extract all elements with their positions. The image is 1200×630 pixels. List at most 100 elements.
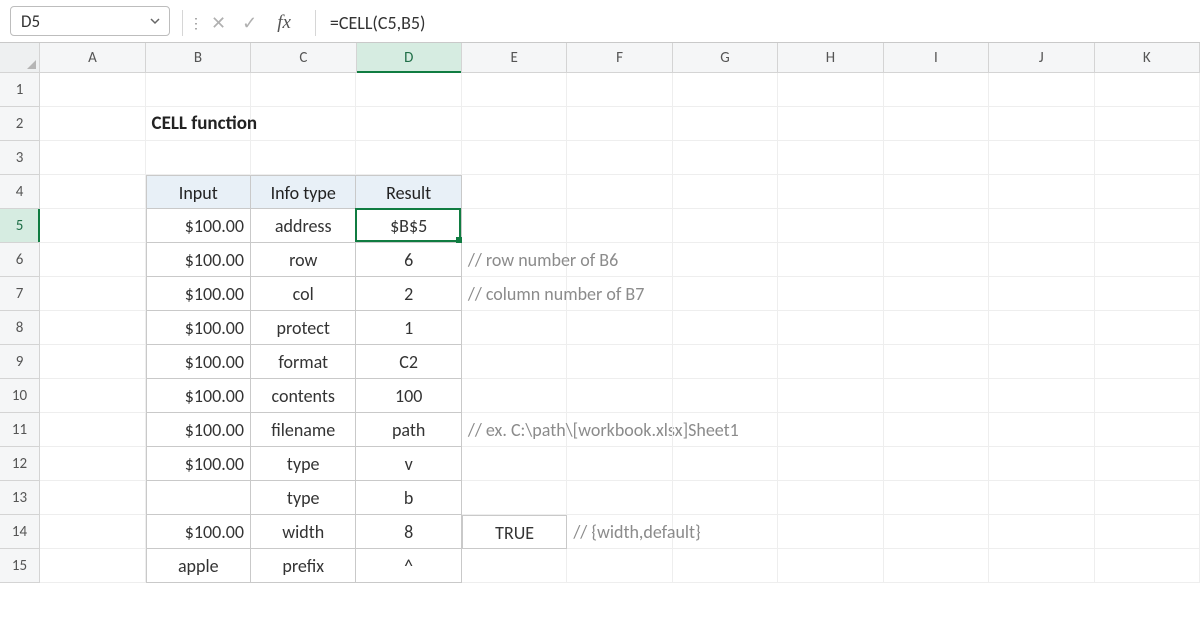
cell[interactable] [40, 447, 145, 481]
row-header[interactable]: 9 [0, 345, 40, 379]
cell[interactable] [778, 481, 883, 515]
cell[interactable] [567, 447, 672, 481]
cell[interactable] [989, 379, 1094, 413]
table-cell[interactable]: row [251, 243, 356, 277]
table-cell[interactable]: $100.00 [146, 447, 251, 481]
cell[interactable] [1095, 311, 1200, 345]
cell[interactable] [1095, 277, 1200, 311]
table-cell[interactable]: prefix [251, 549, 356, 583]
cell[interactable] [884, 243, 989, 277]
cell[interactable] [1095, 345, 1200, 379]
table-cell[interactable]: 100 [356, 379, 461, 413]
cell[interactable] [989, 311, 1094, 345]
table-cell[interactable]: $100.00 [146, 413, 251, 447]
table-cell[interactable]: 1 [356, 311, 461, 345]
col-header[interactable]: H [778, 43, 883, 72]
cell[interactable] [567, 107, 672, 141]
cell[interactable] [884, 379, 989, 413]
cell[interactable] [989, 277, 1094, 311]
cell[interactable] [40, 73, 145, 107]
cell[interactable] [567, 413, 672, 447]
cell-comment[interactable]: // row number of B6 [462, 243, 567, 277]
cell[interactable] [40, 243, 145, 277]
cell[interactable] [146, 141, 251, 175]
row-header[interactable]: 7 [0, 277, 40, 311]
cell[interactable] [40, 515, 145, 549]
cell[interactable] [778, 345, 883, 379]
cell[interactable] [989, 243, 1094, 277]
cell[interactable] [673, 141, 778, 175]
cell[interactable] [567, 379, 672, 413]
table-header-info[interactable]: Info type [251, 175, 356, 209]
cell[interactable] [40, 481, 145, 515]
cell[interactable] [567, 345, 672, 379]
cell[interactable] [1095, 107, 1200, 141]
cell[interactable] [884, 209, 989, 243]
formula-input[interactable]: =CELL(C5,B5) [320, 4, 1200, 42]
col-header[interactable]: J [989, 43, 1094, 72]
cell[interactable] [673, 107, 778, 141]
cell[interactable] [673, 447, 778, 481]
cell[interactable] [884, 345, 989, 379]
cell[interactable] [989, 413, 1094, 447]
col-header[interactable]: E [462, 43, 567, 72]
cell[interactable] [884, 141, 989, 175]
cell[interactable] [673, 311, 778, 345]
cell[interactable] [462, 209, 567, 243]
cell[interactable] [884, 311, 989, 345]
cell[interactable] [989, 481, 1094, 515]
table-cell[interactable]: type [251, 447, 356, 481]
row-header[interactable]: 4 [0, 175, 40, 209]
cell[interactable] [989, 175, 1094, 209]
table-cell[interactable]: $100.00 [146, 209, 251, 243]
table-cell[interactable]: v [356, 447, 461, 481]
table-cell[interactable]: col [251, 277, 356, 311]
cell[interactable] [673, 277, 778, 311]
table-cell[interactable]: apple [146, 549, 251, 583]
table-cell[interactable]: $100.00 [146, 243, 251, 277]
cell[interactable] [884, 515, 989, 549]
cell[interactable] [989, 345, 1094, 379]
cell[interactable] [673, 73, 778, 107]
row-header[interactable]: 15 [0, 549, 40, 583]
cell[interactable] [462, 379, 567, 413]
cell[interactable] [567, 141, 672, 175]
table-cell[interactable]: type [251, 481, 356, 515]
table-cell[interactable]: C2 [356, 345, 461, 379]
table-cell[interactable]: $100.00 [146, 515, 251, 549]
spreadsheet-grid[interactable]: A B C D E F G H I J K 1 2 [0, 43, 1200, 583]
cell[interactable] [778, 515, 883, 549]
cell[interactable] [1095, 243, 1200, 277]
cell[interactable] [884, 175, 989, 209]
row-header[interactable]: 14 [0, 515, 40, 549]
cell[interactable] [884, 413, 989, 447]
cell[interactable] [673, 379, 778, 413]
cell[interactable] [251, 141, 356, 175]
cell[interactable] [1095, 481, 1200, 515]
cell[interactable] [567, 209, 672, 243]
cell[interactable] [462, 549, 567, 583]
table-cell-extra[interactable]: TRUE [462, 515, 567, 549]
cell[interactable] [40, 345, 145, 379]
cell[interactable] [989, 209, 1094, 243]
cell[interactable] [567, 481, 672, 515]
cell[interactable] [778, 73, 883, 107]
cell[interactable] [884, 73, 989, 107]
cell[interactable] [673, 549, 778, 583]
row-header[interactable]: 12 [0, 447, 40, 481]
cell[interactable] [567, 73, 672, 107]
cell[interactable] [778, 107, 883, 141]
table-header-result[interactable]: Result [356, 175, 461, 209]
row-header[interactable]: 1 [0, 73, 40, 107]
table-cell[interactable]: 8 [356, 515, 461, 549]
row-header[interactable]: 11 [0, 413, 40, 447]
col-header[interactable]: D [357, 43, 462, 72]
cell[interactable] [778, 447, 883, 481]
cell[interactable] [673, 209, 778, 243]
cell[interactable] [778, 277, 883, 311]
table-cell[interactable]: format [251, 345, 356, 379]
cell[interactable] [1095, 549, 1200, 583]
cell[interactable] [40, 107, 145, 141]
cell[interactable] [673, 243, 778, 277]
col-header[interactable]: A [40, 43, 145, 72]
